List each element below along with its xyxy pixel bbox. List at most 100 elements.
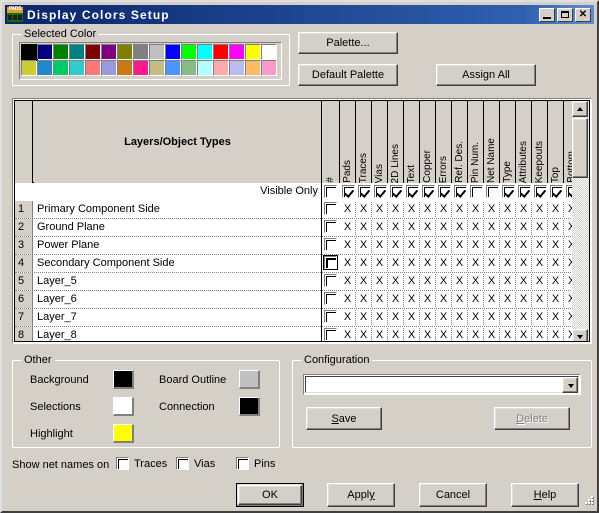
layer-color-cell[interactable]: X <box>516 238 532 253</box>
layer-color-cell[interactable]: X <box>484 310 500 325</box>
layer-color-cell[interactable]: X <box>468 220 484 235</box>
visible-only-checkbox[interactable] <box>324 185 337 198</box>
palette-swatch[interactable] <box>38 61 53 76</box>
palette-swatch[interactable] <box>166 61 181 76</box>
layer-color-cell[interactable]: X <box>420 238 436 253</box>
layer-color-cell[interactable]: X <box>548 238 564 253</box>
visible-only-checkbox[interactable] <box>406 185 419 198</box>
resize-grip[interactable] <box>582 496 594 508</box>
column-header[interactable]: 2D Lines <box>388 101 404 183</box>
column-header[interactable]: Text <box>404 101 420 183</box>
column-header[interactable]: Pin Num. <box>468 101 484 183</box>
palette-swatch[interactable] <box>21 44 38 61</box>
layer-enable-checkbox[interactable] <box>324 238 337 251</box>
column-header[interactable]: Top <box>548 101 564 183</box>
layer-color-cell[interactable]: X <box>356 202 372 217</box>
save-button[interactable]: Save <box>306 407 382 430</box>
palette-swatch[interactable] <box>246 45 261 60</box>
layer-color-cell[interactable]: X <box>340 256 356 271</box>
layer-color-cell[interactable]: X <box>420 256 436 271</box>
color-palette[interactable] <box>19 42 282 80</box>
layer-color-cell[interactable]: X <box>500 256 516 271</box>
palette-swatch[interactable] <box>246 61 261 76</box>
layer-color-cell[interactable]: X <box>500 202 516 217</box>
help-button[interactable]: Help <box>511 483 579 507</box>
apply-button[interactable]: Apply <box>327 483 395 507</box>
layer-name[interactable]: Primary Component Side <box>37 201 160 218</box>
layer-color-cell[interactable]: X <box>500 310 516 325</box>
layer-color-cell[interactable]: X <box>548 292 564 307</box>
visible-only-cell[interactable] <box>406 185 419 198</box>
layer-color-cell[interactable]: X <box>340 274 356 289</box>
palette-swatch[interactable] <box>166 45 181 60</box>
net-names-traces-option[interactable]: Traces <box>116 457 167 470</box>
layer-color-cell[interactable]: X <box>516 328 532 341</box>
layer-color-cell[interactable]: X <box>500 328 516 341</box>
layer-enable-checkbox[interactable] <box>324 292 337 305</box>
layer-color-cell[interactable]: X <box>340 292 356 307</box>
layer-color-cell[interactable]: X <box>468 202 484 217</box>
net-names-pins-checkbox[interactable] <box>236 457 249 470</box>
layer-color-cell[interactable]: X <box>388 328 404 341</box>
palette-swatch[interactable] <box>134 61 149 76</box>
layer-color-cell[interactable]: X <box>404 220 420 235</box>
layer-color-cell[interactable]: X <box>452 202 468 217</box>
layer-color-cell[interactable]: X <box>372 220 388 235</box>
highlight-color-button[interactable] <box>113 424 134 443</box>
visible-only-checkbox[interactable] <box>470 185 483 198</box>
palette-swatch[interactable] <box>102 45 117 60</box>
layer-color-cell[interactable]: X <box>436 274 452 289</box>
palette-swatch[interactable] <box>54 45 69 60</box>
layer-color-cell[interactable]: X <box>356 292 372 307</box>
layer-color-cell[interactable]: X <box>548 328 564 341</box>
visible-only-checkbox[interactable] <box>422 185 435 198</box>
layer-color-cell[interactable]: X <box>356 256 372 271</box>
column-header[interactable]: Pads <box>340 101 356 183</box>
visible-only-checkbox[interactable] <box>502 185 515 198</box>
table-row[interactable]: 4Secondary Component SideXXXXXXXXXXXXXXX <box>15 255 580 273</box>
layer-color-cell[interactable]: X <box>340 310 356 325</box>
layer-color-cell[interactable]: X <box>500 220 516 235</box>
palette-swatch[interactable] <box>118 45 133 60</box>
layer-enable-cell[interactable] <box>324 202 337 215</box>
palette-swatch[interactable] <box>70 61 85 76</box>
visible-only-checkbox[interactable] <box>534 185 547 198</box>
layer-color-cell[interactable]: X <box>356 238 372 253</box>
visible-only-checkbox[interactable] <box>374 185 387 198</box>
layer-color-cell[interactable]: X <box>532 256 548 271</box>
palette-swatch[interactable] <box>150 61 165 76</box>
layer-color-cell[interactable]: X <box>340 220 356 235</box>
column-header[interactable]: Errors <box>436 101 452 183</box>
column-header[interactable]: Ref. Des. <box>452 101 468 183</box>
layer-color-cell[interactable]: X <box>436 202 452 217</box>
visible-only-cell[interactable] <box>550 185 563 198</box>
layer-color-cell[interactable]: X <box>436 328 452 341</box>
layer-color-cell[interactable]: X <box>452 292 468 307</box>
layer-color-cell[interactable]: X <box>500 274 516 289</box>
visible-only-cell[interactable] <box>358 185 371 198</box>
column-header[interactable]: Vias <box>372 101 388 183</box>
layer-color-cell[interactable]: X <box>372 238 388 253</box>
layer-color-cell[interactable]: X <box>404 256 420 271</box>
scroll-down-button[interactable] <box>572 329 588 341</box>
board-outline-color-button[interactable] <box>239 370 260 389</box>
palette-swatch[interactable] <box>22 61 37 76</box>
palette-button[interactable]: Palette... <box>298 32 398 54</box>
layer-color-cell[interactable]: X <box>436 256 452 271</box>
selections-color-button[interactable] <box>113 397 134 416</box>
layer-enable-cell[interactable] <box>323 255 338 270</box>
configuration-combo[interactable] <box>303 374 581 395</box>
layer-color-cell[interactable]: X <box>436 292 452 307</box>
table-row[interactable]: 2Ground PlaneXXXXXXXXXXXXXXX <box>15 219 580 237</box>
layer-color-cell[interactable]: X <box>532 292 548 307</box>
visible-only-cell[interactable] <box>454 185 467 198</box>
column-header[interactable]: Copper <box>420 101 436 183</box>
layer-color-cell[interactable]: X <box>340 238 356 253</box>
layer-color-cell[interactable]: X <box>468 274 484 289</box>
layer-color-cell[interactable]: X <box>388 310 404 325</box>
layer-color-cell[interactable]: X <box>420 220 436 235</box>
visible-only-cell[interactable] <box>502 185 515 198</box>
table-scrollbar[interactable] <box>572 101 589 341</box>
layer-name[interactable]: Power Plane <box>37 237 99 254</box>
layer-color-cell[interactable]: X <box>516 274 532 289</box>
